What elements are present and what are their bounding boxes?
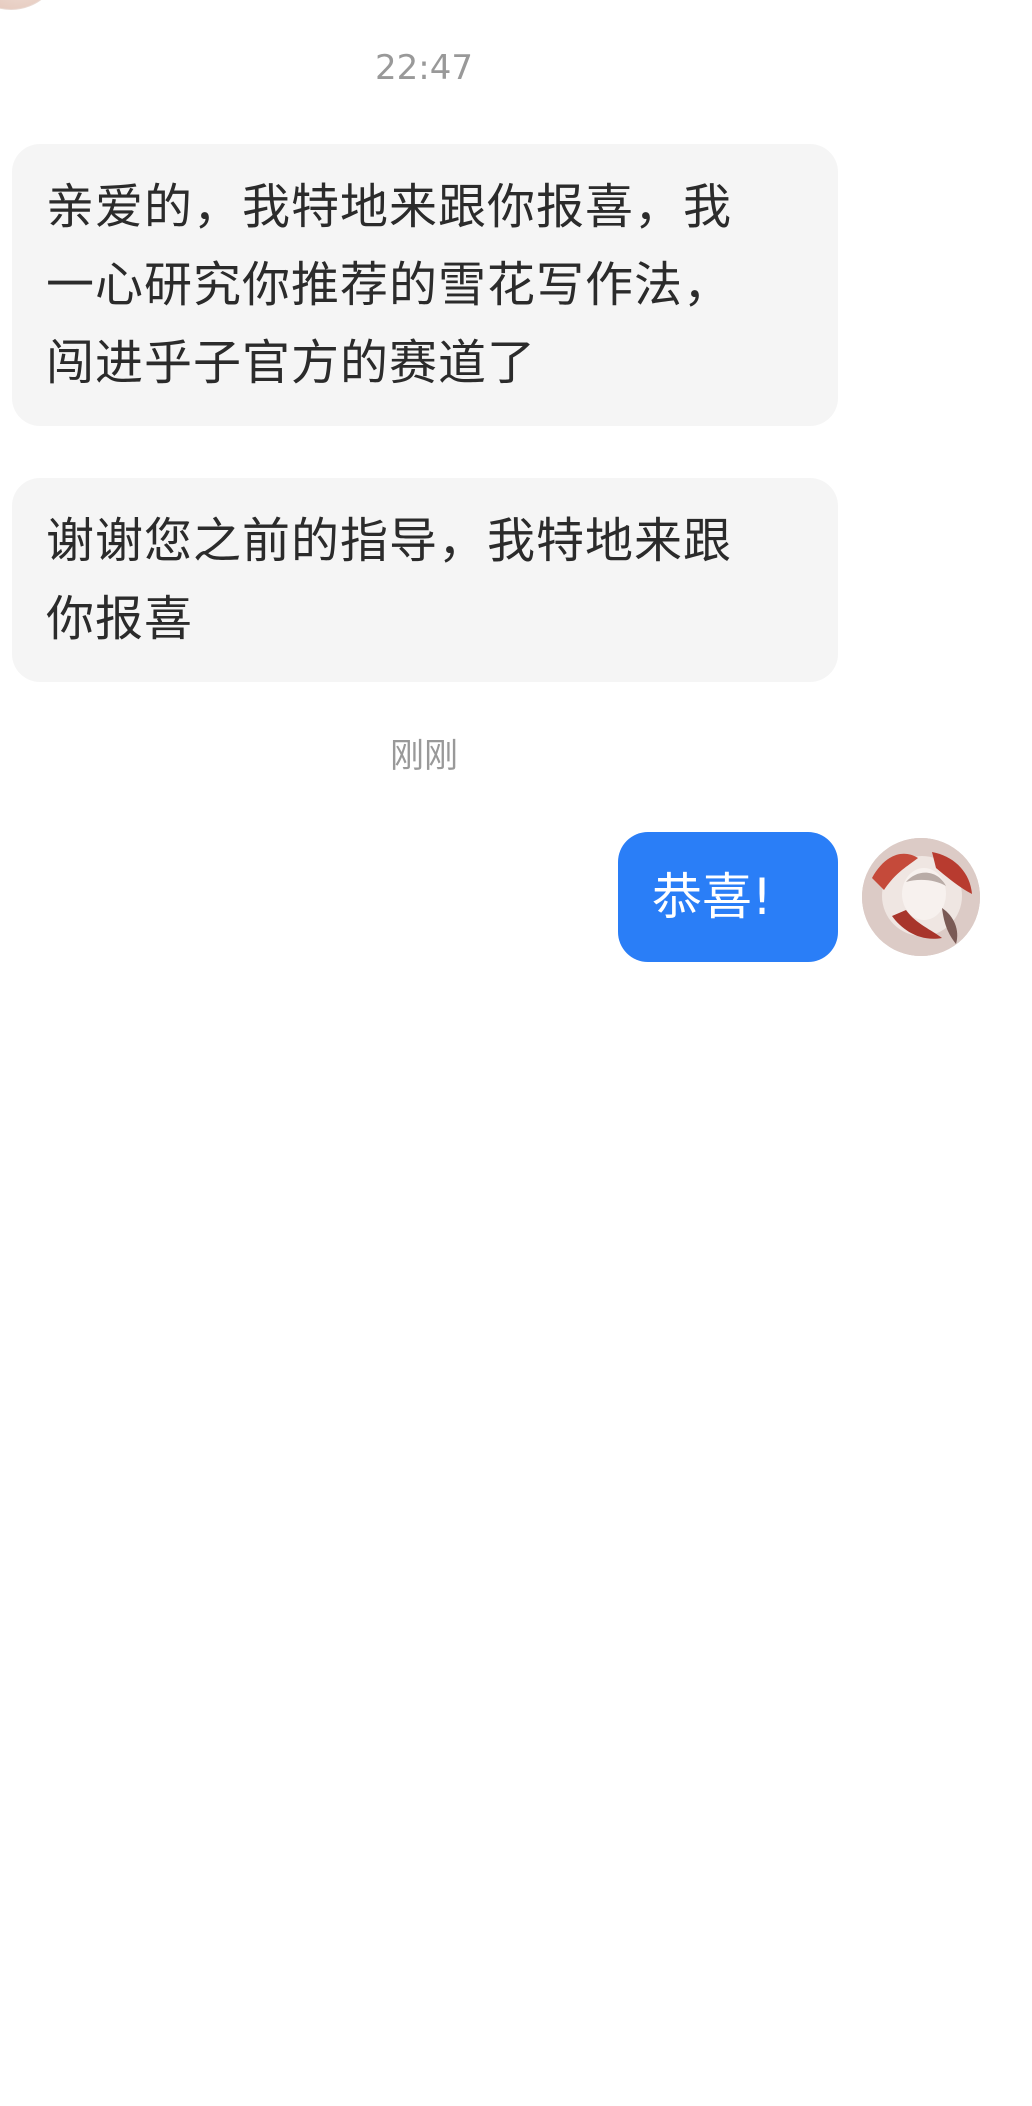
message-line: 一心研究你推荐的雪花写作法， [46, 257, 733, 313]
message-line: 谢谢您之前的指导，我特地来跟 [46, 513, 733, 569]
message-timestamp: 刚刚 [390, 736, 458, 776]
message-text: 恭喜! [652, 868, 773, 926]
incoming-message-bubble[interactable]: 谢谢您之前的指导，我特地来跟 你报喜 [12, 478, 838, 682]
message-line: 你报喜 [46, 591, 194, 647]
outgoing-message-row: 恭喜! [0, 832, 1032, 962]
message-line: 闯进乎子官方的赛道了 [46, 335, 537, 391]
avatar-image [862, 838, 980, 956]
message-timestamp: 22:47 [375, 48, 473, 88]
self-avatar[interactable] [862, 838, 980, 956]
incoming-message-bubble[interactable]: 亲爱的，我特地来跟你报喜，我 一心研究你推荐的雪花写作法， 闯进乎子官方的赛道了 [12, 144, 838, 426]
peer-avatar[interactable] [0, 0, 62, 10]
outgoing-message-bubble[interactable]: 恭喜! [618, 832, 838, 962]
message-line: 亲爱的，我特地来跟你报喜，我 [46, 179, 733, 235]
